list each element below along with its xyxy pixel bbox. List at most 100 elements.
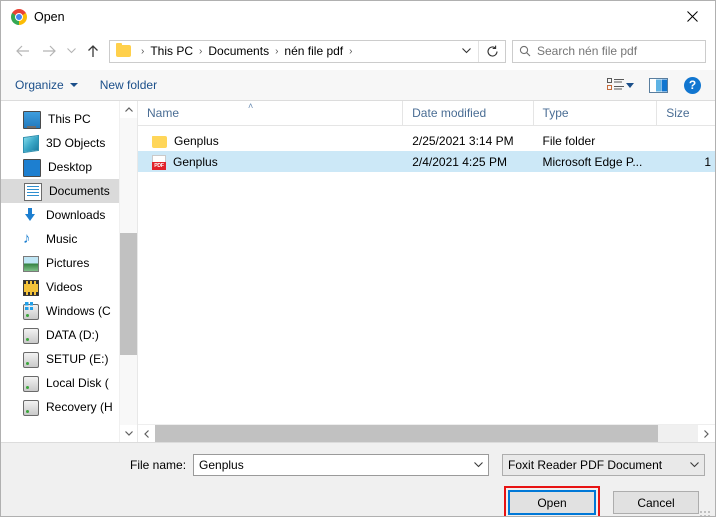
sidebar-item-label: Windows (C [46, 304, 111, 318]
chevron-down-icon[interactable] [454, 41, 478, 62]
help-button[interactable]: ? [684, 76, 701, 94]
column-label: Name [147, 106, 180, 120]
pdf-icon [152, 154, 166, 170]
sidebar-item-music[interactable]: ♪ Music [1, 227, 137, 251]
table-row[interactable]: Genplus 2/4/2021 4:25 PM Microsoft Edge … [138, 151, 715, 172]
sidebar-item-this-pc[interactable]: This PC [1, 107, 137, 131]
scrollbar-thumb[interactable] [155, 425, 658, 442]
sidebar-item-recovery-h[interactable]: Recovery (H [1, 395, 137, 419]
file-type-cell: Microsoft Edge P... [542, 154, 643, 169]
chevron-down-icon[interactable] [468, 462, 488, 468]
window-title: Open [34, 9, 65, 24]
column-header-size[interactable]: Size [657, 101, 715, 125]
forward-arrow-icon[interactable] [36, 38, 62, 64]
folder-icon [152, 135, 167, 148]
navigation-pane-scrollbar[interactable] [119, 101, 137, 442]
back-arrow-icon[interactable] [10, 38, 36, 64]
dialog-body: This PC 3D Objects Desktop Documents Dow… [1, 101, 715, 442]
preview-pane-icon[interactable] [644, 73, 672, 97]
sidebar-item-windows-c[interactable]: Windows (C [1, 299, 137, 323]
file-name-cell: Genplus [138, 134, 403, 148]
column-header-name[interactable]: Name ˄ [138, 101, 404, 125]
file-name-cell: Genplus [138, 154, 403, 170]
chevron-down-icon[interactable] [684, 462, 704, 468]
scrollbar-track[interactable] [658, 425, 698, 442]
new-folder-button[interactable]: New folder [100, 78, 157, 92]
navigation-bar: › This PC › Documents › nén file pdf › S… [1, 32, 715, 70]
scroll-down-icon[interactable] [120, 425, 137, 442]
scroll-right-icon[interactable] [698, 425, 715, 442]
sidebar-item-label: Videos [46, 280, 83, 294]
sidebar-item-documents[interactable]: Documents [1, 179, 137, 203]
sort-ascending-icon: ˄ [248, 101, 254, 111]
file-date-cell: 2/4/2021 4:25 PM [412, 154, 507, 169]
search-icon [513, 45, 537, 57]
view-controls: ? [602, 73, 707, 97]
sidebar-item-desktop[interactable]: Desktop [1, 155, 137, 179]
drive-icon [23, 376, 39, 392]
sidebar-item-downloads[interactable]: Downloads [1, 203, 137, 227]
pc-icon [23, 110, 41, 129]
column-headers: Name ˄ Date modified Type Size [138, 101, 715, 126]
documents-icon [24, 182, 42, 201]
file-type-cell: File folder [542, 133, 596, 148]
sidebar-item-label: Local Disk ( [46, 376, 109, 390]
dialog-buttons: Open Cancel [504, 486, 699, 516]
sidebar-item-label: Documents [49, 184, 110, 198]
resize-grip[interactable] [700, 511, 712, 516]
breadcrumb-item-documents[interactable]: Documents [207, 44, 270, 58]
sidebar-item-pictures[interactable]: Pictures [1, 251, 137, 275]
sidebar-item-3d-objects[interactable]: 3D Objects [1, 131, 137, 155]
pictures-icon [23, 256, 39, 272]
open-button-highlight: Open [504, 486, 600, 516]
file-name-label: File name: [130, 458, 187, 472]
up-arrow-icon[interactable] [80, 38, 106, 64]
file-name-label: Genplus [173, 154, 218, 169]
column-header-date-modified[interactable]: Date modified [403, 101, 534, 125]
sidebar-item-local-disk[interactable]: Local Disk ( [1, 371, 137, 395]
table-row[interactable]: Genplus 2/25/2021 3:14 PM File folder [138, 130, 715, 151]
recent-locations-icon[interactable] [62, 38, 80, 64]
chevron-down-icon [69, 83, 78, 87]
scroll-up-icon[interactable] [120, 101, 137, 118]
refresh-icon[interactable] [478, 40, 505, 62]
file-name-row: File name: Genplus Foxit Reader PDF Docu… [1, 443, 715, 476]
breadcrumb[interactable]: › This PC › Documents › nén file pdf › [109, 39, 506, 63]
file-type-select[interactable]: Foxit Reader PDF Document [502, 454, 706, 476]
sidebar-item-label: DATA (D:) [46, 328, 99, 342]
breadcrumb-item-this-pc[interactable]: This PC [149, 44, 194, 58]
scrollbar-thumb[interactable] [120, 233, 137, 355]
file-size-cell: 1 [704, 154, 711, 169]
search-box[interactable]: Search nén file pdf [512, 39, 706, 63]
file-type-value: Foxit Reader PDF Document [508, 458, 663, 472]
open-button[interactable]: Open [508, 490, 596, 515]
drive-icon [23, 328, 39, 344]
folder-icon [116, 43, 131, 57]
file-list-horizontal-scrollbar[interactable] [138, 424, 715, 442]
breadcrumb-item-nen-file-pdf[interactable]: nén file pdf [283, 44, 344, 58]
file-name-value[interactable]: Genplus [194, 458, 468, 472]
cancel-button[interactable]: Cancel [613, 491, 699, 514]
sidebar-item-data-d[interactable]: DATA (D:) [1, 323, 137, 347]
sidebar-item-label: Pictures [46, 256, 90, 270]
sidebar-item-label: Recovery (H [46, 400, 113, 414]
close-icon[interactable] [670, 1, 715, 31]
breadcrumb-separator: › [349, 45, 353, 57]
search-input[interactable]: Search nén file pdf [537, 44, 637, 58]
organize-button[interactable]: Organize [15, 78, 78, 92]
sidebar-item-label: This PC [48, 112, 91, 126]
scroll-left-icon[interactable] [138, 425, 155, 442]
videos-icon [23, 280, 39, 296]
command-bar: Organize New folder ? [1, 70, 715, 101]
folder-tree: This PC 3D Objects Desktop Documents Dow… [1, 101, 137, 419]
title-bar: Open [1, 1, 715, 32]
downloads-icon [23, 207, 39, 224]
navigation-pane: This PC 3D Objects Desktop Documents Dow… [1, 101, 138, 442]
sidebar-item-label: Music [46, 232, 78, 246]
column-header-type[interactable]: Type [534, 101, 658, 125]
sidebar-item-setup-e[interactable]: SETUP (E:) [1, 347, 137, 371]
file-name-input[interactable]: Genplus [193, 454, 490, 476]
organize-label: Organize [15, 78, 64, 92]
sidebar-item-videos[interactable]: Videos [1, 275, 137, 299]
chevron-down-icon[interactable] [626, 82, 634, 88]
